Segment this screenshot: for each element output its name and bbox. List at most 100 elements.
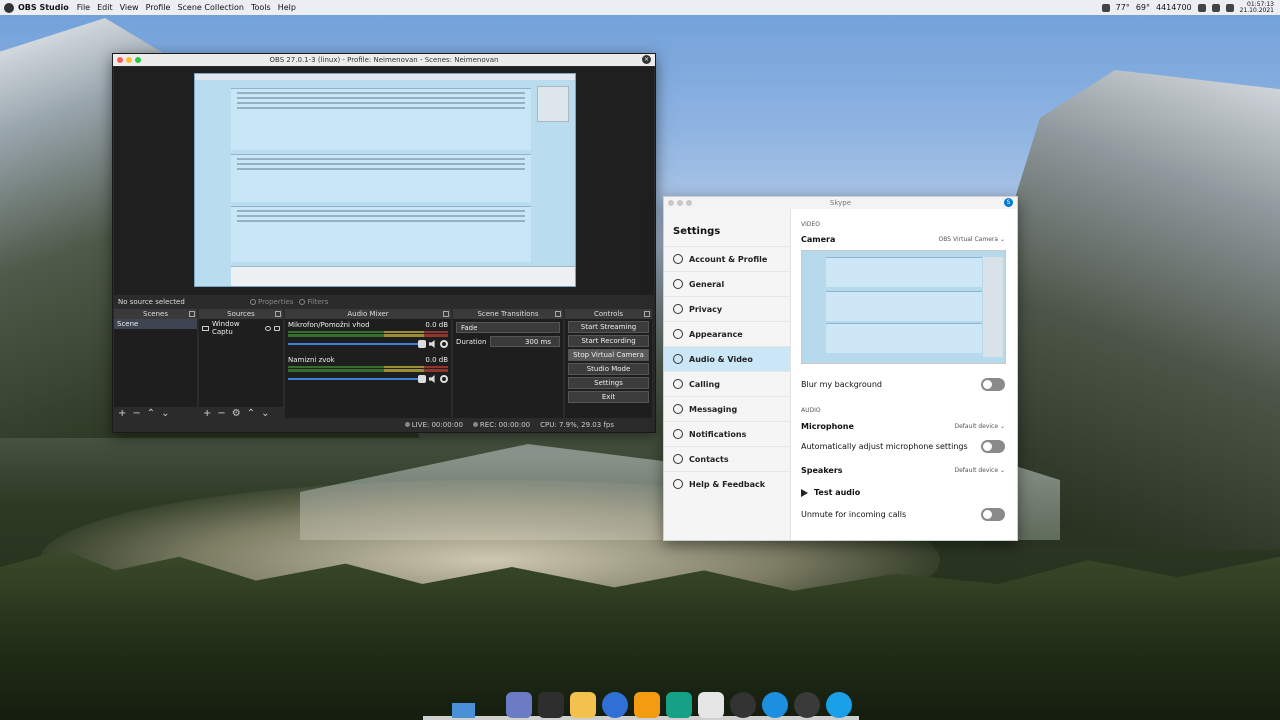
- menu-view[interactable]: View: [120, 3, 139, 12]
- studio-mode-button[interactable]: Studio Mode: [568, 363, 649, 375]
- gear-icon: [673, 279, 683, 289]
- desktop-folder-icon[interactable]: [452, 703, 475, 718]
- move-down-icon[interactable]: ⌄: [161, 408, 169, 419]
- user-icon: [673, 254, 683, 264]
- channel-level: 0.0 dB: [425, 321, 448, 329]
- obs-logo-icon: [4, 2, 14, 13]
- settings-button[interactable]: Settings: [568, 377, 649, 389]
- sublime-icon[interactable]: [634, 692, 660, 718]
- properties-button[interactable]: Properties: [250, 298, 293, 306]
- nav-contacts[interactable]: Contacts: [664, 446, 790, 471]
- skype-window: Skype S Settings Account & Profile Gener…: [663, 196, 1018, 541]
- controls-dock: Controls Start Streaming Start Recording…: [565, 309, 652, 419]
- nav-privacy[interactable]: Privacy: [664, 296, 790, 321]
- gear-icon[interactable]: ⚙: [232, 408, 241, 419]
- speaker-icon[interactable]: [429, 375, 435, 383]
- obs-icon[interactable]: [794, 692, 820, 718]
- start-recording-button[interactable]: Start Recording: [568, 335, 649, 347]
- nav-messaging[interactable]: Messaging: [664, 396, 790, 421]
- chevron-down-icon: ⌄: [999, 236, 1005, 243]
- move-up-icon[interactable]: ⌃: [147, 408, 155, 419]
- obs-titlebar[interactable]: OBS 27.0.1-3 (linux) - Profile: Neimenov…: [113, 54, 655, 66]
- transitions-dock: Scene Transitions Fade Duration 300 ms: [453, 309, 563, 419]
- undock-icon[interactable]: [644, 311, 650, 317]
- undock-icon[interactable]: [189, 311, 195, 317]
- obs-preview[interactable]: [114, 67, 654, 295]
- update-icon[interactable]: [762, 692, 788, 718]
- clock[interactable]: 01:57:13 21.10.2021: [1239, 1, 1274, 14]
- files-icon[interactable]: [506, 692, 532, 718]
- skype-titlebar[interactable]: Skype S: [664, 197, 1017, 209]
- nav-notifications[interactable]: Notifications: [664, 421, 790, 446]
- scene-item[interactable]: Scene: [114, 319, 197, 329]
- sources-dock: Sources Window Captu + − ⚙ ⌃ ⌄: [199, 309, 283, 419]
- speaker-icon[interactable]: [429, 340, 435, 348]
- blur-background-toggle[interactable]: [981, 378, 1005, 391]
- nav-calling[interactable]: Calling: [664, 371, 790, 396]
- mail-icon[interactable]: [570, 692, 596, 718]
- exit-button[interactable]: Exit: [568, 391, 649, 403]
- battery-icon[interactable]: [1211, 3, 1220, 12]
- skype-icon[interactable]: [826, 692, 852, 718]
- camera-select[interactable]: OBS Virtual Camera ⌄: [939, 236, 1005, 243]
- volume-slider[interactable]: [288, 375, 426, 383]
- no-source-label: No source selected: [118, 298, 185, 306]
- terminal-icon[interactable]: [538, 692, 564, 718]
- auto-adjust-toggle[interactable]: [981, 440, 1005, 453]
- duration-spinbox[interactable]: 300 ms: [490, 336, 560, 347]
- source-item-label: Window Captu: [211, 320, 240, 336]
- test-audio-button[interactable]: Test audio: [801, 488, 1005, 497]
- audio-mixer-title: Audio Mixer: [285, 309, 451, 319]
- menu-edit[interactable]: Edit: [97, 3, 113, 12]
- volume-icon[interactable]: [1197, 3, 1206, 12]
- wifi-icon[interactable]: [1225, 3, 1234, 12]
- remove-scene-button[interactable]: −: [132, 408, 140, 419]
- eye-icon[interactable]: [265, 325, 272, 331]
- clock-date: 21.10.2021: [1239, 6, 1274, 14]
- gear-icon[interactable]: [440, 375, 448, 383]
- microphone-select[interactable]: Default device ⌄: [955, 423, 1006, 430]
- controls-title: Controls: [565, 309, 652, 319]
- transition-select[interactable]: Fade: [456, 322, 560, 333]
- unmute-incoming-toggle[interactable]: [981, 508, 1005, 521]
- firefox-icon[interactable]: [602, 692, 628, 718]
- start-streaming-button[interactable]: Start Streaming: [568, 321, 649, 333]
- menu-profile[interactable]: Profile: [146, 3, 171, 12]
- source-item[interactable]: Window Captu: [199, 319, 283, 337]
- nav-audio-video[interactable]: Audio & Video: [664, 346, 790, 371]
- scenes-list: Scene: [114, 319, 197, 407]
- menu-help[interactable]: Help: [278, 3, 296, 12]
- nav-account-profile[interactable]: Account & Profile: [664, 246, 790, 271]
- undock-icon[interactable]: [555, 311, 561, 317]
- channel-name: Namizni zvok: [288, 356, 335, 364]
- add-source-button[interactable]: +: [203, 408, 211, 419]
- speakers-select[interactable]: Default device ⌄: [955, 467, 1006, 474]
- unmute-incoming-label: Unmute for incoming calls: [801, 510, 907, 519]
- move-down-icon[interactable]: ⌄: [261, 408, 269, 419]
- nav-general[interactable]: General: [664, 271, 790, 296]
- lock-icon[interactable]: [274, 325, 280, 331]
- filters-button[interactable]: Filters: [299, 298, 328, 306]
- notes-icon[interactable]: [666, 692, 692, 718]
- workspace-icon[interactable]: [1101, 3, 1110, 12]
- close-icon[interactable]: ×: [642, 55, 651, 64]
- active-app-name[interactable]: OBS Studio: [18, 3, 69, 12]
- nav-help-feedback[interactable]: Help & Feedback: [664, 471, 790, 496]
- audio-player-icon[interactable]: [698, 692, 724, 718]
- menu-tools[interactable]: Tools: [251, 3, 271, 12]
- gnome-logo-icon[interactable]: [730, 692, 756, 718]
- undock-icon[interactable]: [275, 311, 281, 317]
- menu-file[interactable]: File: [77, 3, 90, 12]
- menu-scene-collection[interactable]: Scene Collection: [177, 3, 244, 12]
- volume-slider[interactable]: [288, 340, 426, 348]
- move-up-icon[interactable]: ⌃: [247, 408, 255, 419]
- add-scene-button[interactable]: +: [118, 408, 126, 419]
- nav-appearance[interactable]: Appearance: [664, 321, 790, 346]
- remove-source-button[interactable]: −: [217, 408, 225, 419]
- palette-icon: [673, 329, 683, 339]
- video-section-label: VIDEO: [801, 221, 821, 228]
- undock-icon[interactable]: [443, 311, 449, 317]
- stop-virtual-camera-button[interactable]: Stop Virtual Camera: [568, 349, 649, 361]
- obs-docks: Scenes Scene + − ⌃ ⌄ Sources Window Capt…: [114, 309, 654, 419]
- gear-icon[interactable]: [440, 340, 448, 348]
